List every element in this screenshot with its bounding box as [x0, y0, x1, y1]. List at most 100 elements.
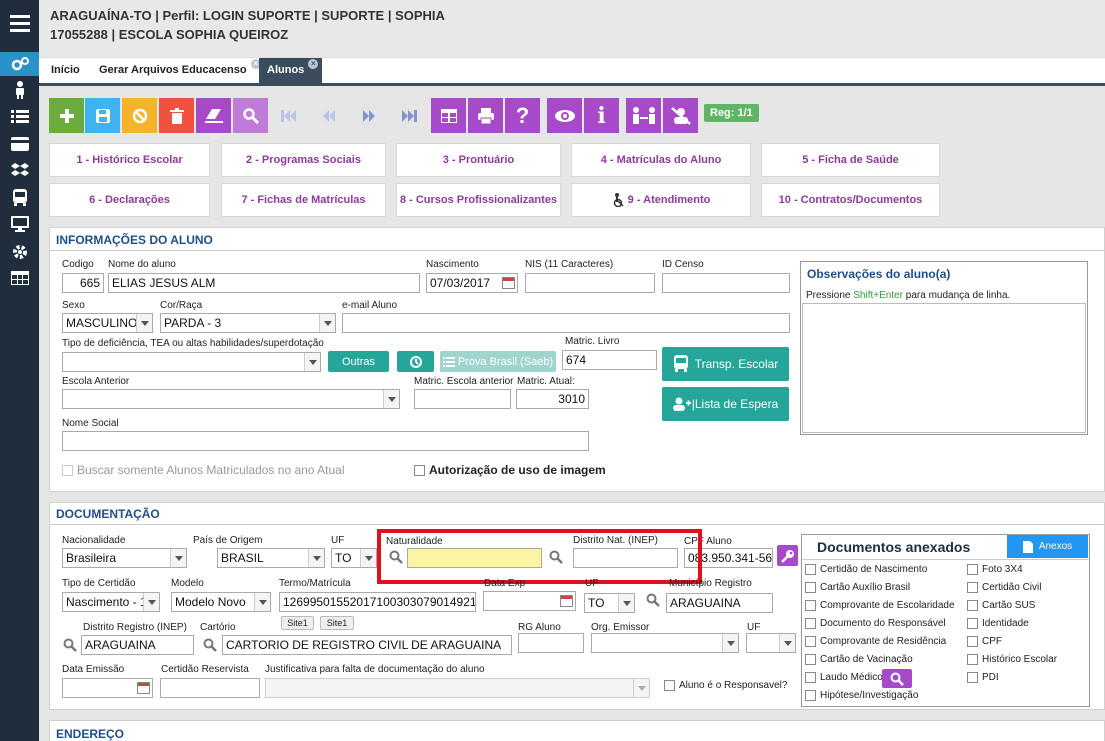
last-record-button[interactable] — [391, 98, 426, 133]
checkbox[interactable] — [414, 464, 425, 476]
add-button[interactable] — [49, 98, 84, 133]
help-button[interactable]: ? — [505, 98, 540, 133]
dropbox-icon[interactable] — [0, 158, 39, 182]
monitor-icon[interactable] — [0, 212, 39, 236]
matric-atual-field[interactable]: 3010 — [516, 389, 589, 409]
search-icon[interactable] — [203, 638, 217, 652]
table-icon[interactable] — [0, 266, 39, 290]
anexo-item[interactable]: Foto 3X4 — [967, 564, 1023, 575]
prev-record-button[interactable] — [311, 98, 346, 133]
gears-icon[interactable] — [0, 52, 39, 76]
checkbox[interactable] — [805, 636, 816, 647]
checkbox[interactable] — [664, 680, 675, 691]
uf-select[interactable]: TO — [331, 548, 377, 568]
menu-icon[interactable] — [0, 0, 39, 46]
reservista-field[interactable] — [160, 678, 260, 698]
email-field[interactable] — [342, 313, 790, 333]
uf3-select[interactable] — [746, 633, 796, 653]
shortcut-contratos[interactable]: 10 - Contratos/Documentos — [761, 183, 940, 217]
anexo-item[interactable]: Comprovante de Residência — [805, 636, 946, 647]
cartorio-field[interactable]: CARTORIO DE REGISTRO CIVIL DE ARAGUAINA — [222, 635, 512, 655]
deficiencia-select[interactable] — [62, 352, 321, 372]
pais-select[interactable]: BRASIL — [217, 548, 325, 568]
checkbox[interactable] — [967, 564, 978, 575]
user-icon[interactable] — [0, 78, 39, 102]
calendar-icon[interactable] — [502, 277, 515, 289]
anexo-item[interactable]: Cartão Auxílio Brasil — [805, 582, 910, 593]
anexo-item[interactable]: Histórico Escolar — [967, 654, 1057, 665]
org-emissor-select[interactable] — [591, 633, 739, 653]
checkbox[interactable] — [967, 618, 978, 629]
anexo-item[interactable]: Identidade — [967, 618, 1029, 629]
distrito-registro-field[interactable]: ARAGUAINA — [81, 635, 194, 655]
nacionalidade-select[interactable]: Brasileira — [62, 548, 187, 568]
shortcut-programas[interactable]: 2 - Programas Sociais — [221, 143, 386, 177]
shortcut-historico[interactable]: 1 - Histórico Escolar — [49, 143, 210, 177]
shortcut-ficha-saude[interactable]: 5 - Ficha de Saúde — [761, 143, 940, 177]
rg-field[interactable] — [518, 633, 584, 653]
checkbox[interactable] — [805, 672, 816, 683]
termo-field[interactable]: 126995015520171003030790149212 — [279, 592, 476, 612]
credit-card-icon[interactable] — [0, 132, 39, 156]
matric-livro-field[interactable]: 674 — [562, 350, 657, 370]
user-block-button[interactable] — [663, 98, 698, 133]
lista-espera-button[interactable]: |Lista de Espera — [662, 387, 789, 421]
transfer-button[interactable] — [626, 98, 661, 133]
data-emissao-field[interactable] — [62, 678, 153, 698]
data-exp-field[interactable] — [483, 591, 576, 611]
checkbox[interactable] — [805, 690, 816, 701]
outras-button[interactable]: Outras — [328, 351, 389, 372]
anexo-item[interactable]: Comprovante de Escolaridade — [805, 600, 955, 611]
shortcut-declaracoes[interactable]: 6 - Declarações — [49, 183, 210, 217]
save-button[interactable] — [85, 98, 120, 133]
nascimento-field[interactable]: 07/03/2017 — [426, 273, 518, 293]
shortcut-prontuario[interactable]: 3 - Prontuário — [396, 143, 561, 177]
anexo-item[interactable]: Cartão de Vacinação — [805, 654, 913, 665]
shortcut-atendimento[interactable]: 9 - Atendimento — [571, 183, 751, 217]
settings-icon[interactable] — [0, 240, 39, 264]
prova-brasil-button[interactable]: Prova Brasil (Saeb) — [440, 351, 556, 372]
checkbox[interactable] — [805, 600, 816, 611]
info-button[interactable]: i — [584, 98, 619, 133]
shortcut-fichas-matriculas[interactable]: 7 - Fichas de Matrículas — [221, 183, 386, 217]
site1-button[interactable]: Site1 — [281, 616, 314, 630]
tab-alunos[interactable]: Alunos × — [259, 58, 323, 83]
bus-icon[interactable] — [0, 186, 39, 210]
print-button[interactable] — [468, 98, 503, 133]
history-button[interactable] — [397, 351, 434, 372]
checkbox[interactable] — [967, 636, 978, 647]
codigo-field[interactable]: 665 — [62, 273, 104, 293]
transp-escolar-button[interactable]: Transp. Escolar — [662, 347, 789, 381]
laudo-search-button[interactable] — [882, 669, 912, 688]
calendar-icon[interactable] — [560, 595, 573, 607]
nis-field[interactable] — [525, 273, 655, 293]
nome-field[interactable]: ELIAS JESUS ALM — [108, 273, 420, 293]
search-icon[interactable] — [646, 593, 660, 607]
sexo-select[interactable]: MASCULINO — [62, 313, 153, 333]
matric-escola-anterior-field[interactable] — [414, 389, 511, 409]
calendar-icon[interactable] — [137, 682, 150, 694]
anexo-item[interactable]: Documento do Responsável — [805, 618, 946, 629]
observacoes-textarea[interactable] — [802, 303, 1086, 433]
close-icon[interactable]: × — [308, 59, 319, 69]
search-button[interactable] — [233, 98, 268, 133]
modelo-select[interactable]: Modelo Novo — [171, 592, 271, 612]
next-record-button[interactable] — [351, 98, 386, 133]
cpf-key-button[interactable] — [777, 545, 798, 566]
nome-social-field[interactable] — [62, 431, 589, 451]
delete-button[interactable] — [159, 98, 194, 133]
first-record-button[interactable] — [271, 98, 306, 133]
checkbox[interactable] — [967, 600, 978, 611]
shortcut-matriculas[interactable]: 4 - Matrículas do Aluno — [571, 143, 751, 177]
autorizacao-imagem-checkbox[interactable]: Autorização de uso de imagem — [414, 463, 606, 477]
checkbox[interactable] — [805, 654, 816, 665]
anexo-item[interactable]: Certidão Civil — [967, 582, 1041, 593]
checkbox[interactable] — [62, 464, 73, 476]
checkbox[interactable] — [967, 672, 978, 683]
search-icon[interactable] — [63, 638, 77, 652]
site1-button-2[interactable]: Site1 — [320, 616, 354, 630]
municipio-field[interactable]: ARAGUAINA — [666, 593, 773, 613]
tab-inicio[interactable]: Início — [51, 58, 80, 83]
anexo-item[interactable]: Certidão de Nascimento — [805, 564, 927, 575]
cancel-button[interactable] — [122, 98, 157, 133]
